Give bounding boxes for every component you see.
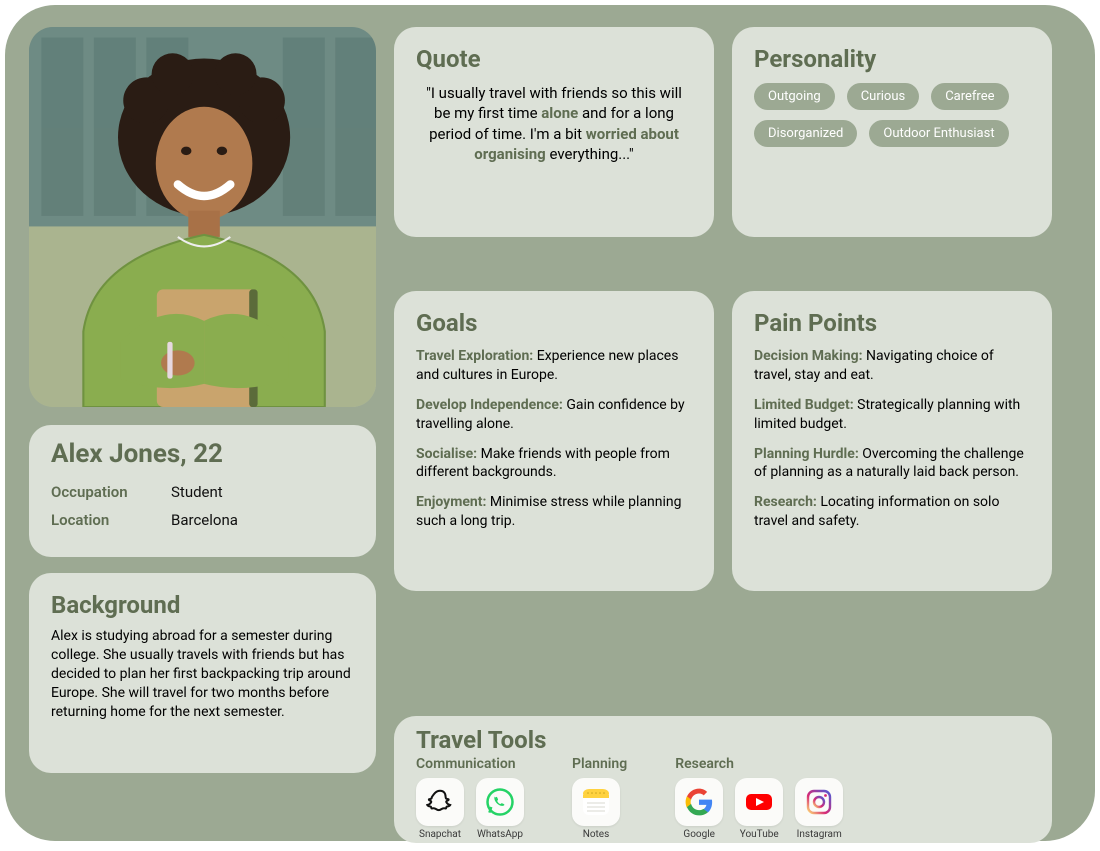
app-instagram: Instagram [795,778,843,840]
app-whatsapp: WhatsApp [476,778,524,840]
background-card: Background Alex is studying abroad for a… [29,573,376,773]
persona-photo [29,27,376,407]
app-label: Instagram [797,829,842,840]
identity-card: Alex Jones, 22 Occupation Student Locati… [29,425,376,557]
personality-card: Personality Outgoing Curious Carefree Di… [732,27,1052,237]
app-label: Notes [583,829,610,840]
persona-name: Alex Jones, 22 [51,439,354,469]
notes-icon [572,778,620,826]
personality-pill: Curious [847,83,919,110]
tools-heading: Travel Tools [416,726,1030,754]
persona-canvas: Quote "I usually travel with friends so … [5,5,1095,841]
instagram-icon [795,778,843,826]
tools-group-research: Research Google [675,756,843,840]
snapchat-icon [416,778,464,826]
app-label: Google [683,829,715,840]
youtube-icon [735,778,783,826]
whatsapp-icon [476,778,524,826]
personality-pills: Outgoing Curious Carefree Disorganized O… [754,83,1030,147]
app-google: Google [675,778,723,840]
app-label: WhatsApp [477,829,523,840]
goals-list: Travel Exploration: Experience new place… [416,347,692,531]
quote-heading: Quote [416,45,692,73]
quote-card: Quote "I usually travel with friends so … [394,27,714,237]
tools-card: Travel Tools Communication Snapchat [394,716,1052,843]
app-label: YouTube [740,829,779,840]
location-label: Location [51,511,171,529]
tools-group-communication: Communication Snapchat [416,756,524,840]
tools-group-label: Communication [416,756,524,772]
quote-text: "I usually travel with friends so this w… [416,83,692,164]
occupation-value: Student [171,483,354,501]
occupation-label: Occupation [51,483,171,501]
location-value: Barcelona [171,511,354,529]
app-youtube: YouTube [735,778,783,840]
personality-pill: Carefree [931,83,1008,110]
app-snapchat: Snapchat [416,778,464,840]
background-heading: Background [51,591,354,619]
painpoints-list: Decision Making: Navigating choice of tr… [754,347,1030,531]
goals-card: Goals Travel Exploration: Experience new… [394,291,714,591]
tools-group-label: Research [675,756,843,772]
personality-pill: Outdoor Enthusiast [869,120,1008,147]
app-notes: Notes [572,778,620,840]
app-label: Snapchat [419,829,461,840]
goals-heading: Goals [416,309,692,337]
tools-group-label: Planning [572,756,627,772]
tools-group-planning: Planning [572,756,627,840]
google-icon [675,778,723,826]
personality-pill: Outgoing [754,83,835,110]
painpoints-heading: Pain Points [754,309,1030,337]
tools-groups: Communication Snapchat [416,756,1030,840]
painpoints-card: Pain Points Decision Making: Navigating … [732,291,1052,591]
personality-pill: Disorganized [754,120,857,147]
background-text: Alex is studying abroad for a semester d… [51,627,354,721]
personality-heading: Personality [754,45,1030,73]
